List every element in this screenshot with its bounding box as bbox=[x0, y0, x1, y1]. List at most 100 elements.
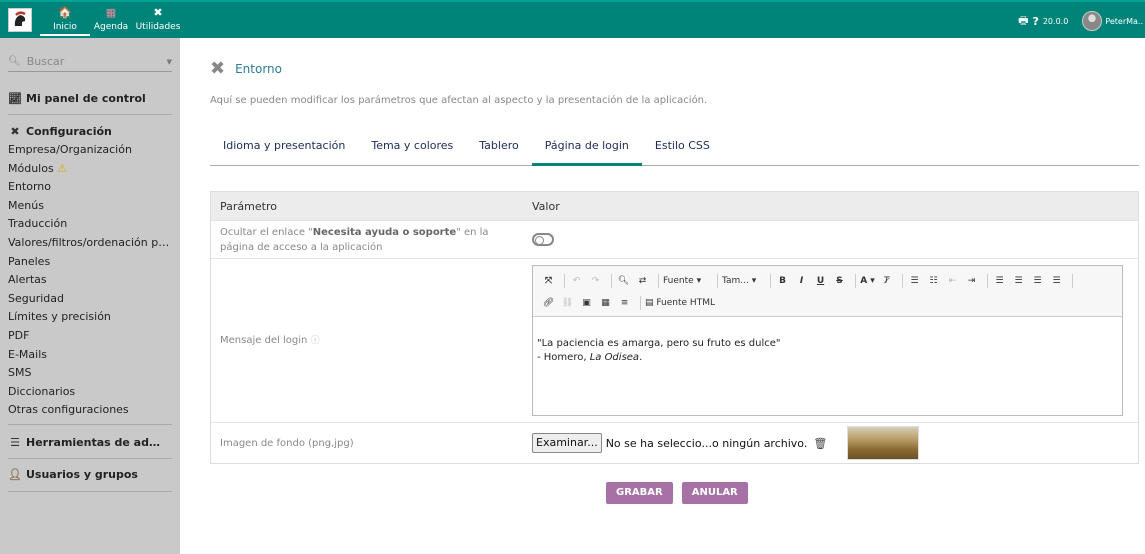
home-icon: 🏠 bbox=[58, 6, 72, 19]
bold-icon[interactable]: B bbox=[775, 276, 790, 286]
cancel-button[interactable]: ANULAR bbox=[681, 482, 748, 504]
save-button[interactable]: GRABAR bbox=[606, 482, 673, 504]
sidebar-item-seguridad[interactable]: Seguridad bbox=[8, 290, 172, 309]
align-center-icon[interactable]: ☰ bbox=[1011, 276, 1026, 286]
replace-icon[interactable]: ⇄ bbox=[635, 276, 650, 286]
align-right-icon[interactable]: ☰ bbox=[1030, 276, 1045, 286]
col-param: Parámetro bbox=[220, 199, 277, 213]
tab-idioma[interactable]: Idioma y presentación bbox=[210, 130, 358, 166]
app-logo[interactable] bbox=[8, 8, 32, 32]
help-icon[interactable]: ? bbox=[1032, 15, 1038, 28]
trash-icon[interactable]: 🗑︎ bbox=[813, 437, 827, 450]
row-value: ⤧ ↶ ↷ 🔍︎ ⇄ Fuente ▾ Tam... ▾ B I U S A ▾… bbox=[532, 265, 1138, 416]
file-status: No se ha selecciо...o ningún archivo. bbox=[605, 436, 808, 450]
version-label: 20.0.0 bbox=[1042, 16, 1069, 26]
tab-tablero[interactable]: Tablero bbox=[466, 130, 531, 166]
align-left-icon[interactable]: ☰ bbox=[992, 276, 1007, 286]
font-select[interactable]: Fuente ▾ bbox=[663, 276, 709, 286]
maximize-icon[interactable]: ⤧ bbox=[541, 276, 556, 286]
menu-agenda[interactable]: ▦ Agenda bbox=[86, 6, 136, 32]
menu-utilidades[interactable]: ✖ Utilidades bbox=[133, 6, 183, 32]
sidebar-item-traduccion[interactable]: Traducción bbox=[8, 215, 172, 234]
table-header: Parámetro Valor bbox=[211, 192, 1138, 220]
tools-icon: ✖ bbox=[210, 58, 226, 79]
browse-button[interactable]: Examinar... bbox=[532, 433, 602, 453]
sidebar-item-sms[interactable]: SMS bbox=[8, 364, 172, 383]
strike-icon[interactable]: S bbox=[832, 276, 847, 286]
table-icon[interactable]: ▦ bbox=[598, 298, 613, 308]
server-icon: ☰ bbox=[10, 436, 20, 450]
logo-icon bbox=[14, 11, 26, 26]
calendar-icon: ▦ bbox=[105, 6, 117, 19]
rich-text-editor: ⤧ ↶ ↷ 🔍︎ ⇄ Fuente ▾ Tam... ▾ B I U S A ▾… bbox=[532, 265, 1123, 416]
toolbar-row-1: ⤧ ↶ ↷ 🔍︎ ⇄ Fuente ▾ Tam... ▾ B I U S A ▾… bbox=[541, 270, 1114, 292]
user-icon: 👤︎ bbox=[8, 468, 22, 482]
table-row: Imagen de fondo (png,jpg) Examinar... No… bbox=[211, 422, 1138, 463]
sidebar-item-diccionarios[interactable]: Diccionarios bbox=[8, 383, 172, 402]
toolbar-row-2: 🔗︎ ⛓ ▣ ▦ ≡ ▤ Fuente HTML bbox=[541, 292, 1114, 314]
italic-icon[interactable]: I bbox=[794, 276, 809, 286]
users-head[interactable]: 👤︎ Usuarios y grupos bbox=[8, 467, 172, 483]
sidebar-item-paneles[interactable]: Paneles bbox=[8, 253, 172, 272]
sidebar-item-entorno[interactable]: Entorno bbox=[8, 178, 172, 197]
sidebar-item-modulos[interactable]: Módulos ⚠ bbox=[8, 160, 172, 179]
sidebar-item-menus[interactable]: Menús bbox=[8, 197, 172, 216]
top-navbar: 🏠 Inicio ▦ Agenda ✖ Utilidades 🖶 ? 20.0.… bbox=[0, 0, 1145, 38]
editor-content[interactable]: "La paciencia es amarga, pero su fruto e… bbox=[533, 317, 1122, 415]
sidebar-item-pdf[interactable]: PDF bbox=[8, 327, 172, 346]
sidebar-item-otras[interactable]: Otras configuraciones bbox=[8, 401, 172, 420]
clear-format-icon[interactable]: T̷ bbox=[879, 276, 894, 286]
user-avatar[interactable] bbox=[1082, 11, 1103, 31]
justify-icon[interactable]: ☰ bbox=[1049, 276, 1064, 286]
unlink-icon[interactable]: ⛓ bbox=[560, 298, 575, 308]
undo-icon[interactable]: ↶ bbox=[569, 276, 584, 286]
users-section: 👤︎ Usuarios y grupos bbox=[8, 459, 172, 492]
size-select[interactable]: Tam... ▾ bbox=[722, 276, 762, 286]
warning-icon: ⚠ bbox=[57, 161, 68, 175]
row-value: Examinar... No se ha selecciо...o ningún… bbox=[532, 426, 1138, 460]
tools-section: ☰ Herramientas de administración bbox=[8, 425, 172, 459]
ordered-list-icon[interactable]: ☰ bbox=[907, 276, 922, 286]
sidebar-item-empresa[interactable]: Empresa/Organización bbox=[8, 141, 172, 160]
find-icon[interactable]: 🔍︎ bbox=[616, 276, 631, 286]
dashboard-link[interactable]: 📈︎ Mi panel de control bbox=[8, 90, 172, 106]
tools-icon: ✖ bbox=[10, 124, 20, 138]
indent-icon[interactable]: ⇥ bbox=[964, 276, 979, 286]
link-icon[interactable]: 🔗︎ bbox=[541, 298, 556, 308]
chevron-down-icon[interactable]: ▼ bbox=[167, 58, 172, 66]
tab-tema[interactable]: Tema y colores bbox=[358, 130, 466, 166]
sidebar-item-limites[interactable]: Límites y precisión bbox=[8, 308, 172, 327]
tab-login[interactable]: Página de login bbox=[531, 130, 642, 166]
sidebar-item-emails[interactable]: E-Mails bbox=[8, 346, 172, 365]
sidebar-item-valores[interactable]: Valores/filtros/ordenación por defecto bbox=[8, 234, 172, 253]
action-buttons: GRABAR ANULAR bbox=[606, 482, 748, 504]
bullet-list-icon[interactable]: ☷ bbox=[926, 276, 941, 286]
table-row: Mensaje del login ⓘ ⤧ ↶ ↷ 🔍︎ ⇄ Fuente ▾ … bbox=[211, 258, 1138, 422]
row-label: Ocultar el enlace "Necesita ayuda o sopo… bbox=[220, 226, 489, 253]
redo-icon[interactable]: ↷ bbox=[588, 276, 603, 286]
help-link-toggle[interactable] bbox=[532, 233, 554, 246]
search-icon: 🔍︎ bbox=[8, 56, 21, 67]
tab-css[interactable]: Estilo CSS bbox=[642, 130, 723, 166]
sidebar-item-alertas[interactable]: Alertas bbox=[8, 271, 172, 290]
hr-icon[interactable]: ≡ bbox=[617, 298, 632, 308]
config-section: ✖ Configuración Empresa/Organización Mód… bbox=[8, 115, 172, 425]
tools-head[interactable]: ☰ Herramientas de administración bbox=[8, 435, 172, 451]
search-input[interactable]: Buscar bbox=[27, 55, 65, 68]
html-source-button[interactable]: ▤ Fuente HTML bbox=[645, 298, 715, 308]
image-icon[interactable]: ▣ bbox=[579, 298, 594, 308]
config-head[interactable]: ✖ Configuración bbox=[8, 123, 172, 139]
search-box[interactable]: 🔍︎ Buscar ▼ bbox=[8, 52, 172, 72]
tools-title: Herramientas de administración bbox=[26, 436, 168, 450]
message-line-1: "La paciencia es amarga, pero su fruto e… bbox=[537, 338, 781, 349]
text-color-icon[interactable]: A ▾ bbox=[860, 276, 875, 286]
menu-label: Agenda bbox=[93, 22, 129, 32]
underline-icon[interactable]: U bbox=[813, 276, 828, 286]
menu-label: Utilidades bbox=[135, 22, 181, 32]
page-description: Aquí se pueden modificar los parámetros … bbox=[210, 95, 708, 106]
user-name[interactable]: PeterMa.. bbox=[1105, 17, 1143, 26]
outdent-icon[interactable]: ⇤ bbox=[945, 276, 960, 286]
menu-inicio[interactable]: 🏠 Inicio bbox=[40, 6, 90, 36]
print-icon[interactable]: 🖶 bbox=[1018, 12, 1028, 31]
info-icon: ⓘ bbox=[310, 335, 320, 346]
